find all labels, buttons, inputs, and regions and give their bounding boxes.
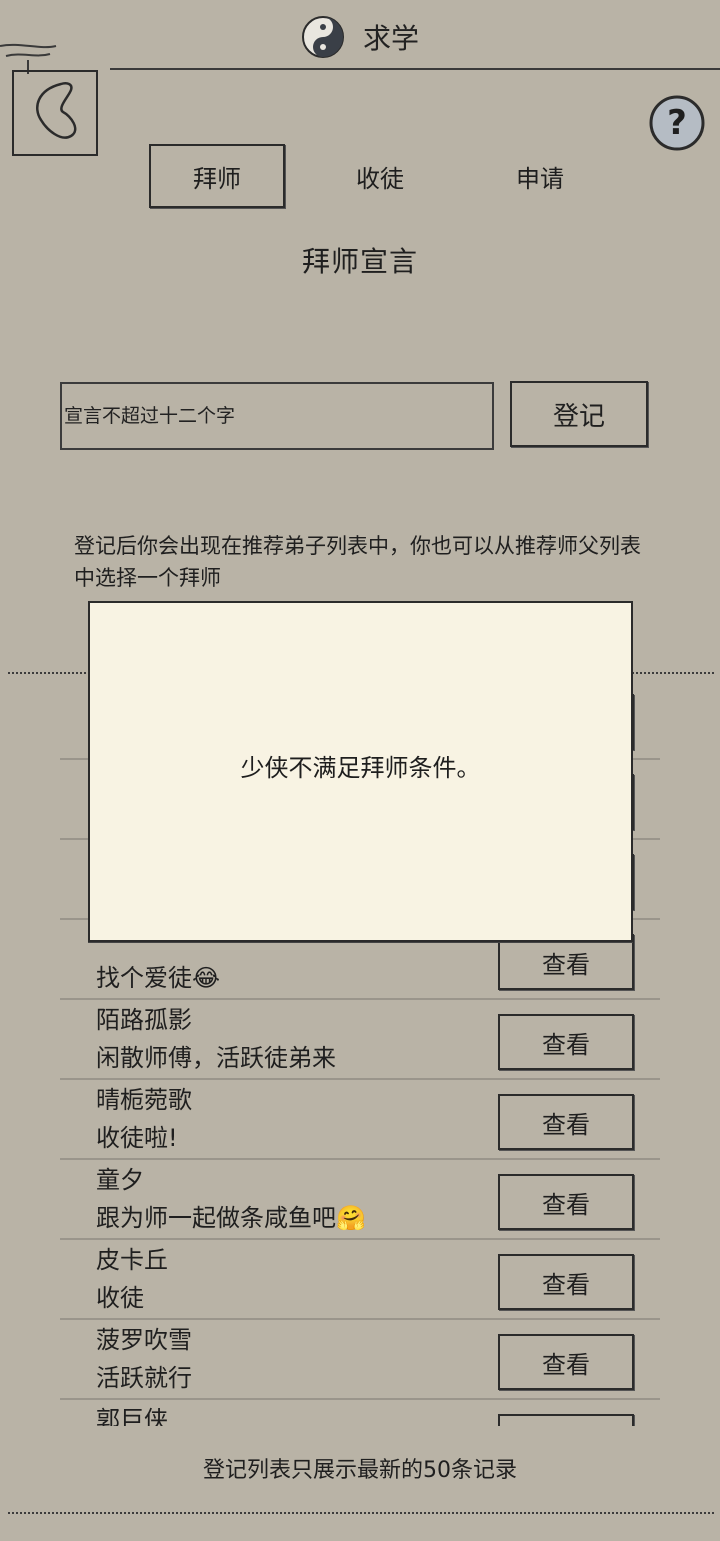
yin-yang-icon bbox=[301, 16, 344, 58]
list-item-name: 菠罗吹雪 bbox=[96, 1326, 192, 1354]
alert-dialog[interactable]: 少侠不满足拜师条件。 bbox=[88, 601, 633, 942]
register-info-text: 登记后你会出现在推荐弟子列表中，你也可以从推荐师父列表中选择一个拜师 bbox=[74, 534, 641, 590]
tab-apprentice[interactable]: 拜师 bbox=[149, 144, 285, 208]
list-item: 童夕 跟为师一起做条咸鱼吧🤗 查看 bbox=[60, 1160, 660, 1240]
svg-text:?: ? bbox=[667, 103, 687, 143]
list-item-motto: 收徒啦! bbox=[96, 1124, 178, 1152]
list-item: 菠罗吹雪 活跃就行 查看 bbox=[60, 1320, 660, 1400]
list-item: 陌路孤影 闲散师傅，活跃徒弟来 查看 bbox=[60, 1000, 660, 1080]
page-title: 求学 bbox=[362, 22, 419, 55]
list-item-motto: 找个爱徒😂 bbox=[96, 964, 221, 992]
tab-application[interactable]: 申请 bbox=[472, 144, 608, 208]
declaration-title: 拜师宣言 bbox=[301, 245, 418, 278]
list-item-motto: 跟为师一起做条咸鱼吧🤗 bbox=[96, 1204, 366, 1232]
back-arrow-icon bbox=[36, 82, 77, 139]
header-title-bar: 求学 bbox=[0, 12, 720, 62]
list-item-name: 陌路孤影 bbox=[96, 1006, 192, 1034]
view-button[interactable]: 查看 bbox=[498, 934, 634, 990]
view-button[interactable]: 查看 bbox=[498, 1174, 634, 1230]
alert-message: 少侠不满足拜师条件。 bbox=[240, 754, 481, 782]
list-item-name: 晴栀菀歌 bbox=[96, 1086, 192, 1114]
view-button[interactable]: 查看 bbox=[498, 1334, 634, 1390]
bottom-divider bbox=[8, 1512, 714, 1514]
list-item-motto: 收徒 bbox=[96, 1284, 144, 1312]
list-item: 皮卡丘 收徒 查看 bbox=[60, 1240, 660, 1320]
list-item: 郭巨侠 查看 bbox=[60, 1400, 660, 1426]
tab-take-disciple[interactable]: 收徒 bbox=[312, 144, 448, 208]
view-button[interactable]: 查看 bbox=[498, 1094, 634, 1150]
view-button[interactable]: 查看 bbox=[498, 1254, 634, 1310]
view-button[interactable]: 查看 bbox=[498, 1014, 634, 1070]
list-footer-note: 登记列表只展示最新的50条记录 bbox=[203, 1458, 517, 1483]
list-item-motto: 闲散师傅，活跃徒弟来 bbox=[96, 1044, 336, 1072]
list-item-name: 郭巨侠 bbox=[96, 1406, 168, 1426]
list-item: 晴栀菀歌 收徒啦! 查看 bbox=[60, 1080, 660, 1160]
list-item-name: 童夕 bbox=[96, 1166, 144, 1194]
list-item-motto: 活跃就行 bbox=[96, 1364, 192, 1392]
view-button[interactable]: 查看 bbox=[498, 1414, 634, 1426]
header-divider bbox=[110, 68, 720, 70]
register-button[interactable]: 登记 bbox=[510, 381, 648, 447]
declaration-input[interactable] bbox=[60, 382, 494, 450]
list-item-name: 皮卡丘 bbox=[96, 1246, 168, 1274]
back-button[interactable] bbox=[12, 70, 98, 156]
help-question-icon[interactable]: ? bbox=[648, 94, 706, 152]
